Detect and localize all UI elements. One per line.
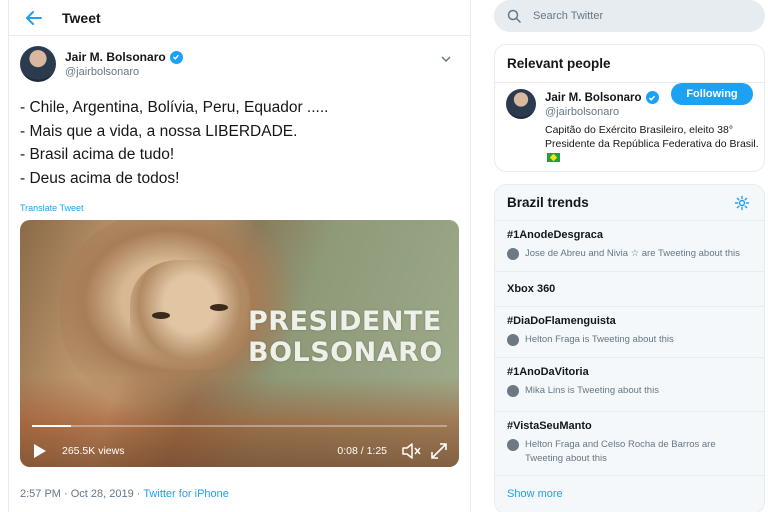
tweet: Jair M. Bolsonaro @jairbolsonaro - Chile… — [9, 36, 470, 500]
header: Tweet — [9, 0, 470, 36]
search-bar[interactable] — [494, 0, 765, 32]
search-input[interactable] — [533, 10, 743, 22]
tweet-line: - Chile, Argentina, Bolívia, Peru, Equad… — [20, 99, 329, 116]
relevant-person[interactable]: Jair M. Bolsonaro @jairbolsonaro Capitão… — [495, 83, 764, 165]
trend-item[interactable]: #1AnodeDesgraca Jose de Abreu and Nivia … — [495, 221, 764, 272]
trend-item[interactable]: #1AnoDaVitoria Mika Lins is Tweeting abo… — [495, 358, 764, 412]
trend-name: #DiaDoFlamenguista — [507, 315, 616, 327]
trend-context-text: Jose de Abreu and Nivia ☆ are Tweeting a… — [525, 248, 740, 259]
lion-eye — [210, 304, 228, 311]
verified-icon — [645, 91, 659, 104]
tweet-timestamp[interactable]: 2:57 PM · Oct 28, 2019 · — [20, 488, 143, 500]
author-name-row: Jair M. Bolsonaro — [65, 50, 183, 64]
tweet-line: - Mais que a vida, a nossa LIBERDADE. — [20, 122, 298, 140]
verified-icon — [169, 50, 183, 64]
tweet-line: - Deus acima de todos! — [20, 169, 180, 187]
trend-context: Helton Fraga is Tweeting about this — [507, 333, 752, 347]
relevant-people-title: Relevant people — [495, 45, 764, 83]
show-more-link[interactable]: Show more — [495, 476, 764, 512]
trends-title: Brazil trends — [507, 195, 589, 210]
video-player[interactable]: PRESIDENTE BOLSONARO 265.5K views 0:08 /… — [20, 220, 459, 467]
tweet-text: - Chile, Argentina, Bolívia, Peru, Equad… — [20, 96, 459, 190]
fullscreen-icon[interactable] — [430, 442, 448, 460]
person-bio: Capitão do Exército Brasileiro, eleito 3… — [545, 123, 760, 165]
overlay-line: BOLSONARO — [248, 337, 443, 368]
video-overlay-title: PRESIDENTE BOLSONARO — [248, 306, 443, 368]
trend-context: Mika Lins is Tweeting about this — [507, 384, 752, 398]
tweet-line: - Brasil acima de tudo! — [20, 146, 175, 163]
video-progress-bar[interactable] — [32, 425, 447, 427]
relevant-people-card: Relevant people Jair M. Bolsonaro @jairb… — [494, 44, 765, 172]
video-views: 265.5K views — [62, 445, 125, 457]
trend-context-text: Helton Fraga and Celso Rocha de Barros a… — [525, 439, 716, 464]
video-progress-fill — [32, 425, 71, 427]
tweet-source-link[interactable]: Twitter for iPhone — [143, 488, 229, 500]
main-column: Tweet Jair M. Bolsonaro @jairbolsonaro -… — [8, 0, 471, 512]
avatar — [507, 439, 519, 451]
video-frame-lion — [130, 260, 250, 370]
search-icon — [507, 9, 521, 23]
trend-name: #1AnoDaVitoria — [507, 366, 589, 378]
overlay-line: PRESIDENTE — [248, 306, 442, 337]
trend-context-text: Mika Lins is Tweeting about this — [525, 385, 659, 396]
trend-context-text: Helton Fraga is Tweeting about this — [525, 334, 674, 345]
translate-tweet-link[interactable]: Translate Tweet — [20, 203, 459, 213]
video-time: 0:08 / 1:25 — [337, 445, 387, 457]
trend-item[interactable]: Xbox 360 — [495, 272, 764, 307]
back-arrow-icon[interactable] — [23, 7, 45, 29]
person-handle[interactable]: @jairbolsonaro — [545, 106, 752, 118]
tweet-author: Jair M. Bolsonaro @jairbolsonaro — [20, 44, 459, 84]
person-name[interactable]: Jair M. Bolsonaro — [545, 92, 642, 104]
trend-name: Xbox 360 — [507, 283, 556, 295]
play-icon[interactable] — [33, 442, 49, 460]
avatar — [507, 334, 519, 346]
gear-icon[interactable] — [734, 195, 750, 211]
trend-context: Jose de Abreu and Nivia ☆ are Tweeting a… — [507, 247, 752, 261]
following-button[interactable]: Following — [671, 83, 753, 105]
video-controls: 265.5K views 0:08 / 1:25 — [20, 435, 459, 467]
avatar — [507, 248, 519, 260]
lion-eye — [152, 312, 170, 319]
trend-context: Helton Fraga and Celso Rocha de Barros a… — [507, 438, 752, 466]
trends-header: Brazil trends — [495, 185, 764, 221]
trend-item[interactable]: #DiaDoFlamenguista Helton Fraga is Tweet… — [495, 307, 764, 358]
author-handle[interactable]: @jairbolsonaro — [65, 66, 183, 78]
person-bio-text: Capitão do Exército Brasileiro, eleito 3… — [545, 124, 759, 150]
trend-item[interactable]: #VistaSeuManto Helton Fraga and Celso Ro… — [495, 412, 764, 476]
author-text: Jair M. Bolsonaro @jairbolsonaro — [65, 50, 183, 78]
page-title: Tweet — [62, 9, 101, 26]
avatar[interactable] — [506, 89, 536, 119]
tweet-meta: 2:57 PM · Oct 28, 2019 · Twitter for iPh… — [20, 488, 459, 500]
author-name[interactable]: Jair M. Bolsonaro — [65, 50, 166, 64]
avatar[interactable] — [20, 46, 56, 82]
avatar — [507, 385, 519, 397]
trend-name: #VistaSeuManto — [507, 420, 592, 432]
brazil-flag-icon — [547, 153, 560, 162]
volume-muted-icon[interactable] — [402, 442, 422, 460]
trends-card: Brazil trends #1AnodeDesgraca Jose de Ab… — [494, 184, 765, 512]
chevron-down-icon[interactable] — [439, 52, 453, 66]
trend-name: #1AnodeDesgraca — [507, 229, 603, 241]
